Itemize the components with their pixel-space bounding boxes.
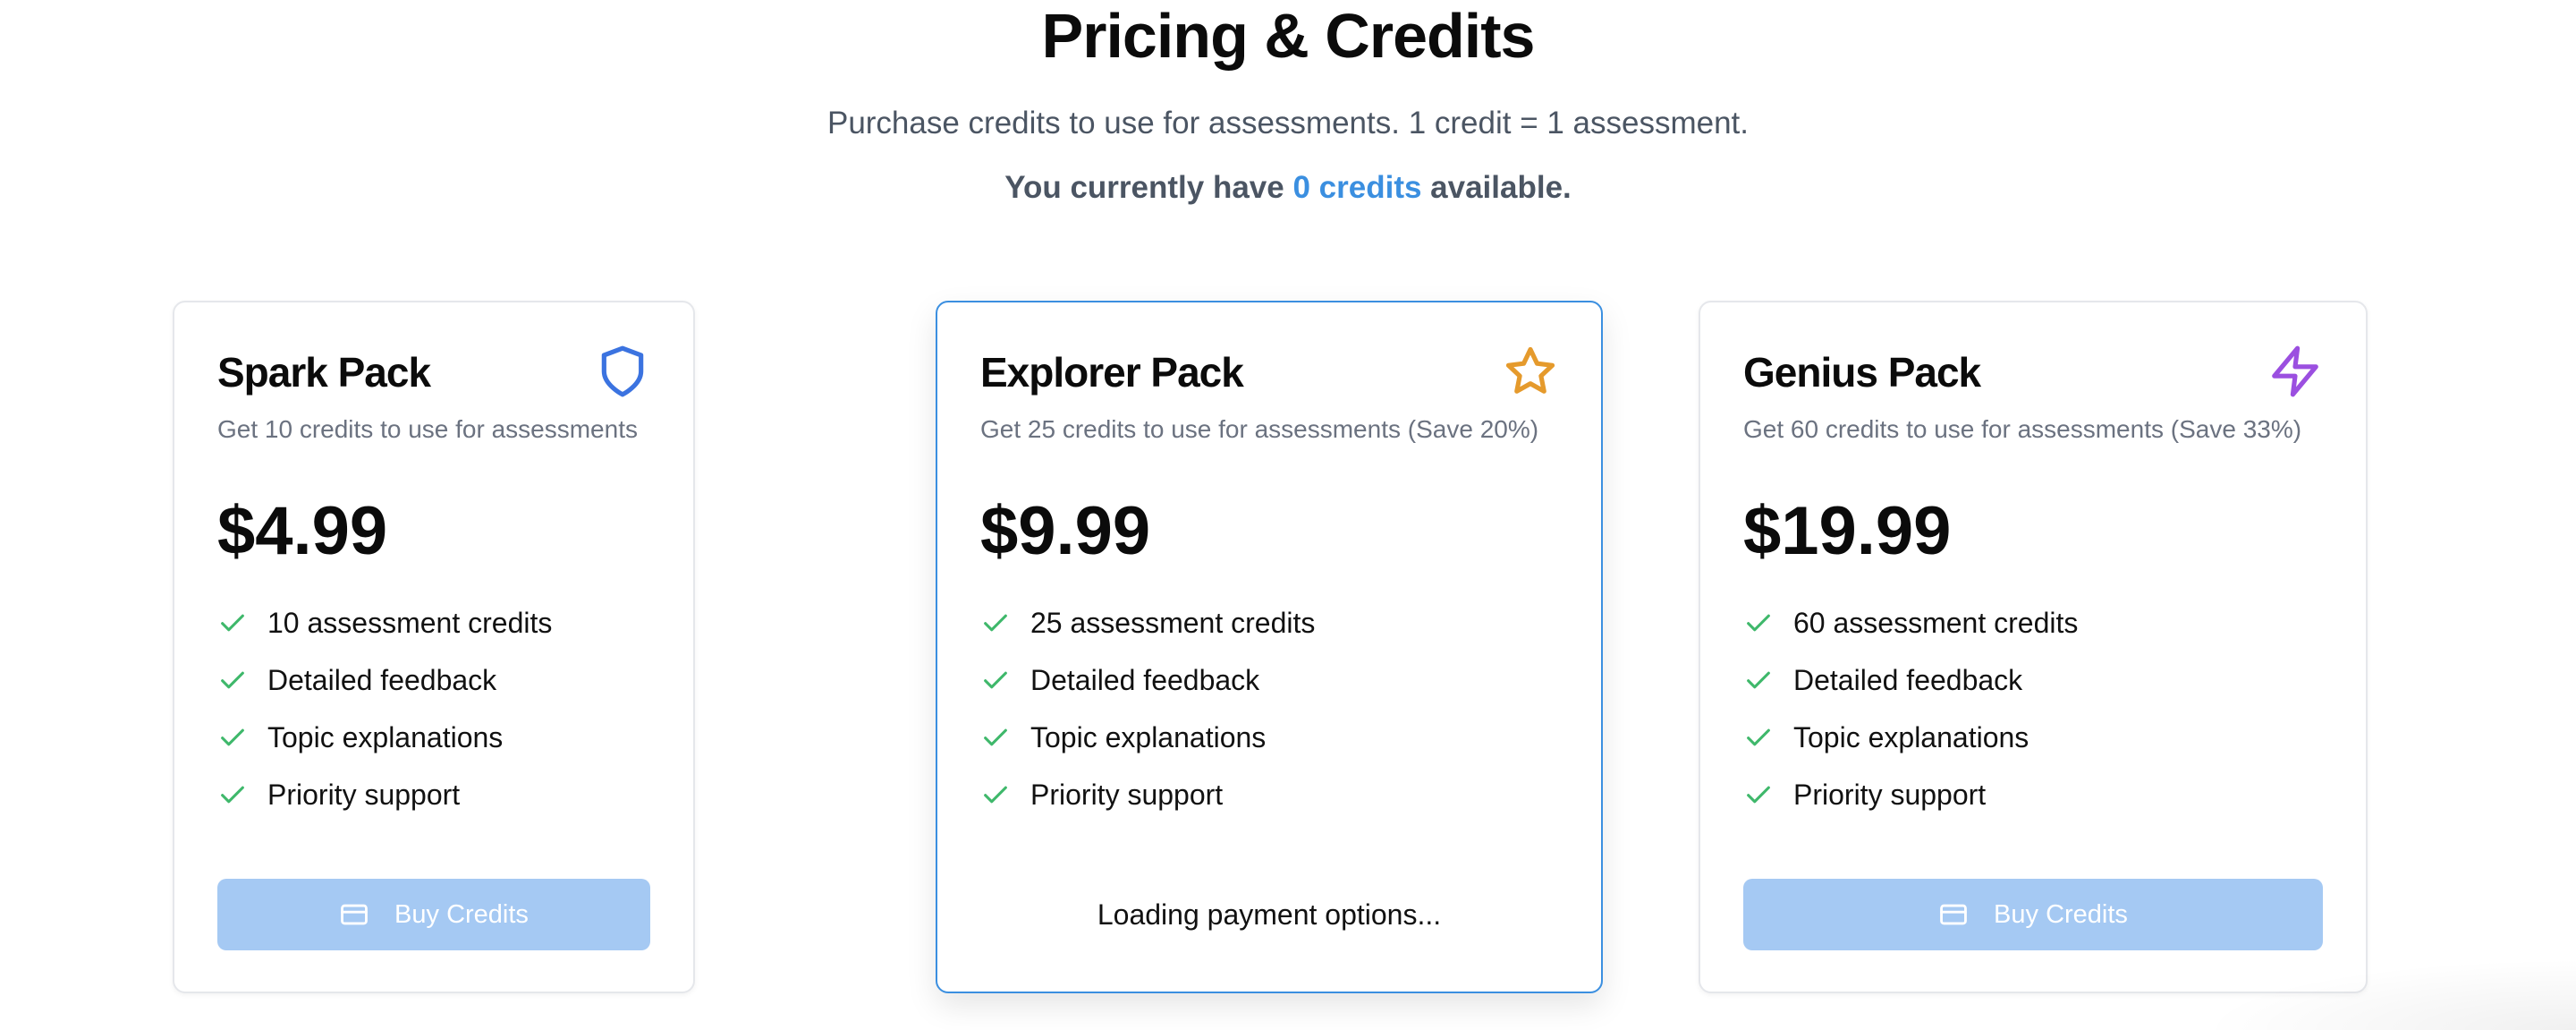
check-icon [1743,722,1774,753]
plan-card-genius: Genius Pack Get 60 credits to use for as… [1699,301,2368,993]
feature-item: 25 assessment credits [980,594,1558,651]
credits-prefix: You currently have [1004,170,1293,205]
feature-label: 60 assessment credits [1793,607,2079,639]
corner-shadow [2200,958,2576,1030]
plan-price: $19.99 [1743,493,1952,569]
loading-payment-options: Loading payment options... [1097,898,1442,931]
feature-item: Detailed feedback [980,651,1558,709]
plan-card-spark: Spark Pack Get 10 credits to use for ass… [173,301,695,993]
feature-list: 10 assessment credits Detailed feedback … [217,594,650,823]
plan-name: Explorer Pack [980,349,1244,396]
page-title: Pricing & Credits [1041,1,1536,71]
plan-price: $9.99 [980,493,1151,569]
plan-description: Get 25 credits to use for assessments (S… [980,415,1539,443]
feature-label: Detailed feedback [267,664,497,696]
feature-item: Topic explanations [217,709,650,766]
pricing-page: Pricing & Credits Purchase credits to us… [0,0,2576,1030]
check-icon [1743,779,1774,810]
feature-item: Topic explanations [1743,709,2323,766]
check-icon [217,608,248,638]
feature-item: Detailed feedback [1743,651,2323,709]
feature-label: Detailed feedback [1793,664,2023,696]
feature-item: 10 assessment credits [217,594,650,651]
feature-list: 60 assessment credits Detailed feedback … [1743,594,2323,823]
feature-item: Detailed feedback [217,651,650,709]
check-icon [1743,608,1774,638]
plan-name: Genius Pack [1743,349,1981,396]
star-icon [1503,344,1558,399]
check-icon [217,665,248,695]
plan-price: $4.99 [217,493,388,569]
feature-label: Topic explanations [1030,721,1267,753]
feature-label: Priority support [267,779,461,811]
feature-item: Topic explanations [980,709,1558,766]
buy-credits-label: Buy Credits [394,899,529,929]
buy-credits-button[interactable]: Buy Credits [1743,879,2323,950]
plan-description: Get 60 credits to use for assessments (S… [1743,415,2302,443]
plan-description: Get 10 credits to use for assessments [217,415,638,443]
feature-label: 10 assessment credits [267,607,553,639]
feature-label: Priority support [1793,779,1987,811]
credits-suffix: available. [1421,170,1572,205]
feature-item: Priority support [980,766,1558,823]
feature-label: Priority support [1030,779,1224,811]
credits-balance: You currently have 0 credits available. [0,168,2576,208]
feature-label: 25 assessment credits [1030,607,1316,639]
shield-icon [595,344,650,399]
check-icon [980,608,1011,638]
credit-card-icon [1938,899,1969,930]
page-subtitle: Purchase credits to use for assessments.… [826,106,1750,140]
feature-list: 25 assessment credits Detailed feedback … [980,594,1558,823]
check-icon [217,779,248,810]
check-icon [217,722,248,753]
check-icon [980,665,1011,695]
check-icon [1743,665,1774,695]
plan-card-explorer: Explorer Pack Get 25 credits to use for … [936,301,1603,993]
check-icon [980,779,1011,810]
feature-label: Topic explanations [1793,721,2029,753]
buy-credits-label: Buy Credits [1994,899,2128,929]
plan-name: Spark Pack [217,349,431,396]
check-icon [980,722,1011,753]
feature-item: Priority support [217,766,650,823]
buy-credits-button[interactable]: Buy Credits [217,879,650,950]
feature-item: 60 assessment credits [1743,594,2323,651]
credit-card-icon [339,899,369,930]
lightning-icon [2267,344,2323,399]
feature-label: Topic explanations [267,721,504,753]
feature-item: Priority support [1743,766,2323,823]
credits-count: 0 credits [1292,170,1422,205]
feature-label: Detailed feedback [1030,664,1260,696]
